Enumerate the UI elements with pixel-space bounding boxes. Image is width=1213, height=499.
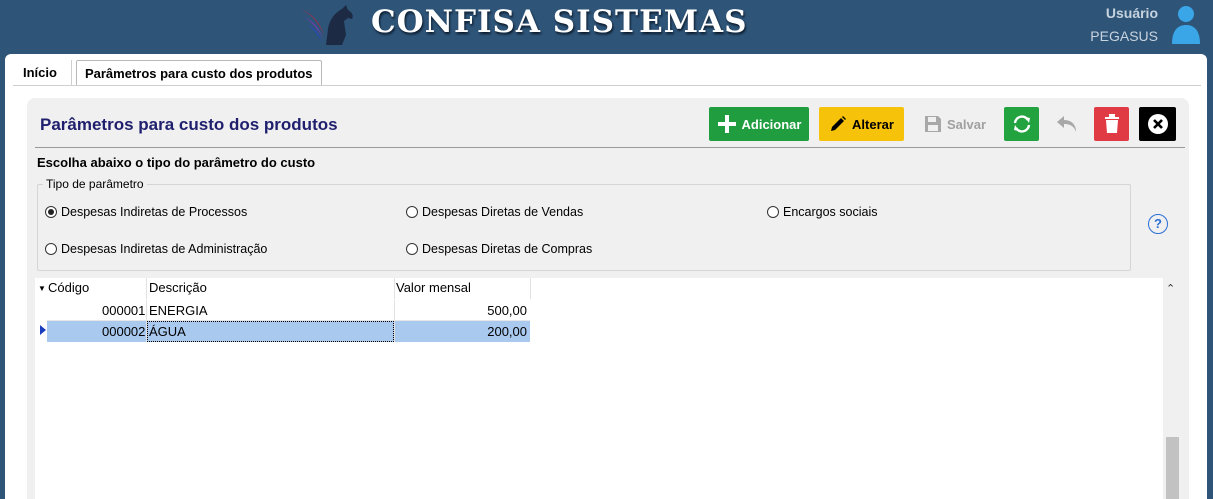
page-title: Parâmetros para custo dos produtos [40,115,338,134]
undo-button[interactable] [1049,107,1084,141]
sort-down-icon[interactable]: ▼ [38,284,46,293]
scrollbar-thumb[interactable] [1166,437,1179,499]
radio-despesas-diretas-vendas[interactable]: Despesas Diretas de Vendas [406,205,583,219]
save-button-label: Salvar [946,116,987,132]
column-header-descricao[interactable]: Descrição [149,280,207,295]
trash-icon [1104,114,1119,133]
column-divider [146,278,147,299]
pegasus-logo-icon [300,5,353,45]
radio-label: Despesas Diretas de Vendas [422,205,584,219]
add-button[interactable]: Adicionar [709,107,809,141]
save-button[interactable]: Salvar [914,107,996,141]
column-divider [394,300,395,342]
radio-label: Despesas Indiretas de Administração [61,242,268,256]
radio-unchecked-icon [45,243,57,255]
user-icon[interactable] [1170,4,1202,44]
close-button[interactable] [1139,107,1176,141]
tab-strip: Início Parâmetros para custo dos produto… [13,60,322,86]
app-header: CONFISA SISTEMAS Usuário PEGASUS [0,0,1213,54]
edit-button[interactable]: Alterar [819,107,904,141]
user-label: Usuário [1105,5,1158,21]
pencil-icon [831,116,847,131]
row-pointer-icon [40,325,46,335]
instruction-text: Escolha abaixo o tipo do parâmetro do cu… [37,155,316,170]
refresh-button[interactable] [1004,107,1039,141]
tab-inicio[interactable]: Início [13,60,72,86]
radio-despesas-indiretas-processos[interactable]: Despesas Indiretas de Processos [45,205,247,219]
radio-unchecked-icon [767,206,779,218]
param-type-legend: Tipo de parâmetro [43,177,147,191]
title-divider [35,147,1185,148]
close-icon [1147,114,1168,134]
add-button-label: Adicionar [741,116,802,132]
cell-valor: 500,00 [487,303,527,318]
edit-button-label: Alterar [852,116,894,132]
floppy-disk-icon [924,116,941,132]
tab-divider [13,85,1201,86]
radio-label: Despesas Indiretas de Processos [61,205,248,219]
radio-checked-icon [45,206,57,218]
help-icon[interactable]: ? [1148,214,1168,234]
param-type-group [37,184,1131,271]
tab-parametros-custo[interactable]: Parâmetros para custo dos produtos [75,60,322,86]
radio-label: Encargos sociais [783,205,878,219]
plus-icon [717,115,736,133]
user-name: PEGASUS [1090,28,1158,44]
radio-unchecked-icon [406,243,418,255]
refresh-icon [1013,115,1030,133]
cell-codigo: 000001 [102,303,146,318]
brand-title: CONFISA SISTEMAS [371,4,748,40]
scroll-up-icon[interactable]: ⌃ [1166,282,1175,295]
table-row[interactable]: 000001 ENERGIA 500,00 [47,300,530,321]
cell-valor: 200,00 [487,324,527,339]
delete-button[interactable] [1094,107,1129,141]
radio-encargos-sociais[interactable]: Encargos sociais [767,205,878,219]
column-divider [530,278,531,299]
radio-label: Despesas Diretas de Compras [422,242,593,256]
radio-unchecked-icon [406,206,418,218]
focused-cell-outline [147,321,394,342]
column-header-valor-mensal[interactable]: Valor mensal [396,280,471,295]
column-header-codigo[interactable]: Código [48,280,89,295]
cell-codigo: 000002 [102,324,146,339]
column-divider [394,278,395,299]
radio-despesas-diretas-compras[interactable]: Despesas Diretas de Compras [406,242,592,256]
undo-arrow-icon [1056,116,1076,132]
cell-descricao: ENERGIA [149,303,208,318]
radio-despesas-indiretas-administracao[interactable]: Despesas Indiretas de Administração [45,242,267,256]
